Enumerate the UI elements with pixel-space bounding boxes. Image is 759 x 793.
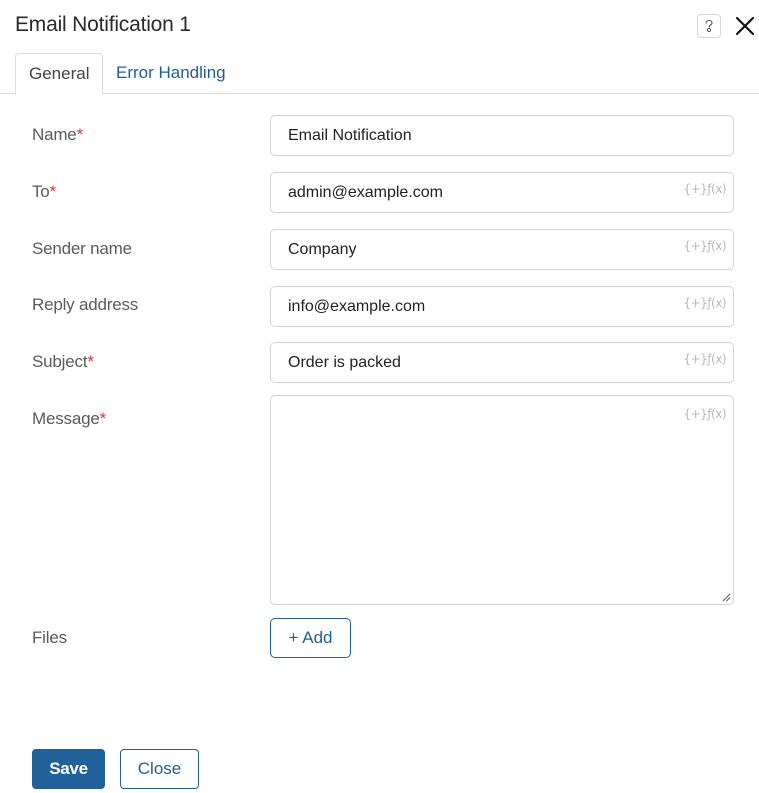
tab-error-handling[interactable]: Error Handling	[103, 53, 239, 94]
files-label: Files	[32, 628, 67, 647]
to-field-wrapper: {+}ƒ(x)	[270, 172, 734, 213]
close-button[interactable]: Close	[120, 749, 199, 789]
subject-label: Subject*	[32, 352, 94, 372]
sender-name-label: Sender name	[32, 239, 132, 258]
required-marker: *	[99, 409, 107, 428]
sender-name-input[interactable]	[271, 230, 733, 269]
close-icon	[735, 16, 755, 36]
message-label-text: Message	[32, 409, 100, 428]
message-label: Message*	[32, 409, 106, 429]
question-icon	[705, 19, 713, 33]
reply-address-field-wrapper: {+}ƒ(x)	[270, 286, 734, 327]
resize-handle-icon[interactable]	[721, 592, 731, 602]
reply-address-input[interactable]	[271, 287, 733, 326]
to-input[interactable]	[271, 173, 733, 212]
sender-name-field-wrapper: {+}ƒ(x)	[270, 229, 734, 270]
to-label-text: To	[32, 182, 50, 201]
to-label: To*	[32, 182, 56, 202]
message-field-wrapper: {+}ƒ(x)	[270, 395, 734, 605]
required-marker: *	[87, 352, 94, 371]
name-label-text: Name	[32, 125, 77, 144]
variable-picker-icon[interactable]: {+}ƒ(x)	[683, 296, 726, 310]
close-dialog-button[interactable]	[733, 14, 757, 38]
reply-address-label: Reply address	[32, 295, 139, 314]
tab-bar: General Error Handling	[0, 53, 759, 95]
subject-input[interactable]	[271, 343, 733, 382]
dialog-title: Email Notification 1	[15, 13, 191, 36]
help-button[interactable]	[697, 14, 721, 38]
tab-general[interactable]: General	[15, 53, 103, 95]
variable-picker-icon[interactable]: {+}ƒ(x)	[683, 182, 726, 196]
subject-label-text: Subject	[32, 352, 88, 371]
variable-picker-icon[interactable]: {+}ƒ(x)	[683, 239, 726, 253]
required-marker: *	[76, 125, 84, 144]
variable-picker-icon[interactable]: {+}ƒ(x)	[683, 407, 726, 421]
save-button[interactable]: Save	[32, 749, 105, 789]
name-label: Name*	[32, 125, 83, 145]
name-field-wrapper	[270, 115, 734, 156]
required-marker: *	[49, 182, 57, 201]
message-textarea[interactable]	[271, 396, 733, 604]
variable-picker-icon[interactable]: {+}ƒ(x)	[683, 352, 726, 366]
subject-field-wrapper: {+}ƒ(x)	[270, 342, 734, 383]
name-input[interactable]	[271, 116, 733, 155]
add-file-button[interactable]: + Add	[270, 618, 351, 658]
